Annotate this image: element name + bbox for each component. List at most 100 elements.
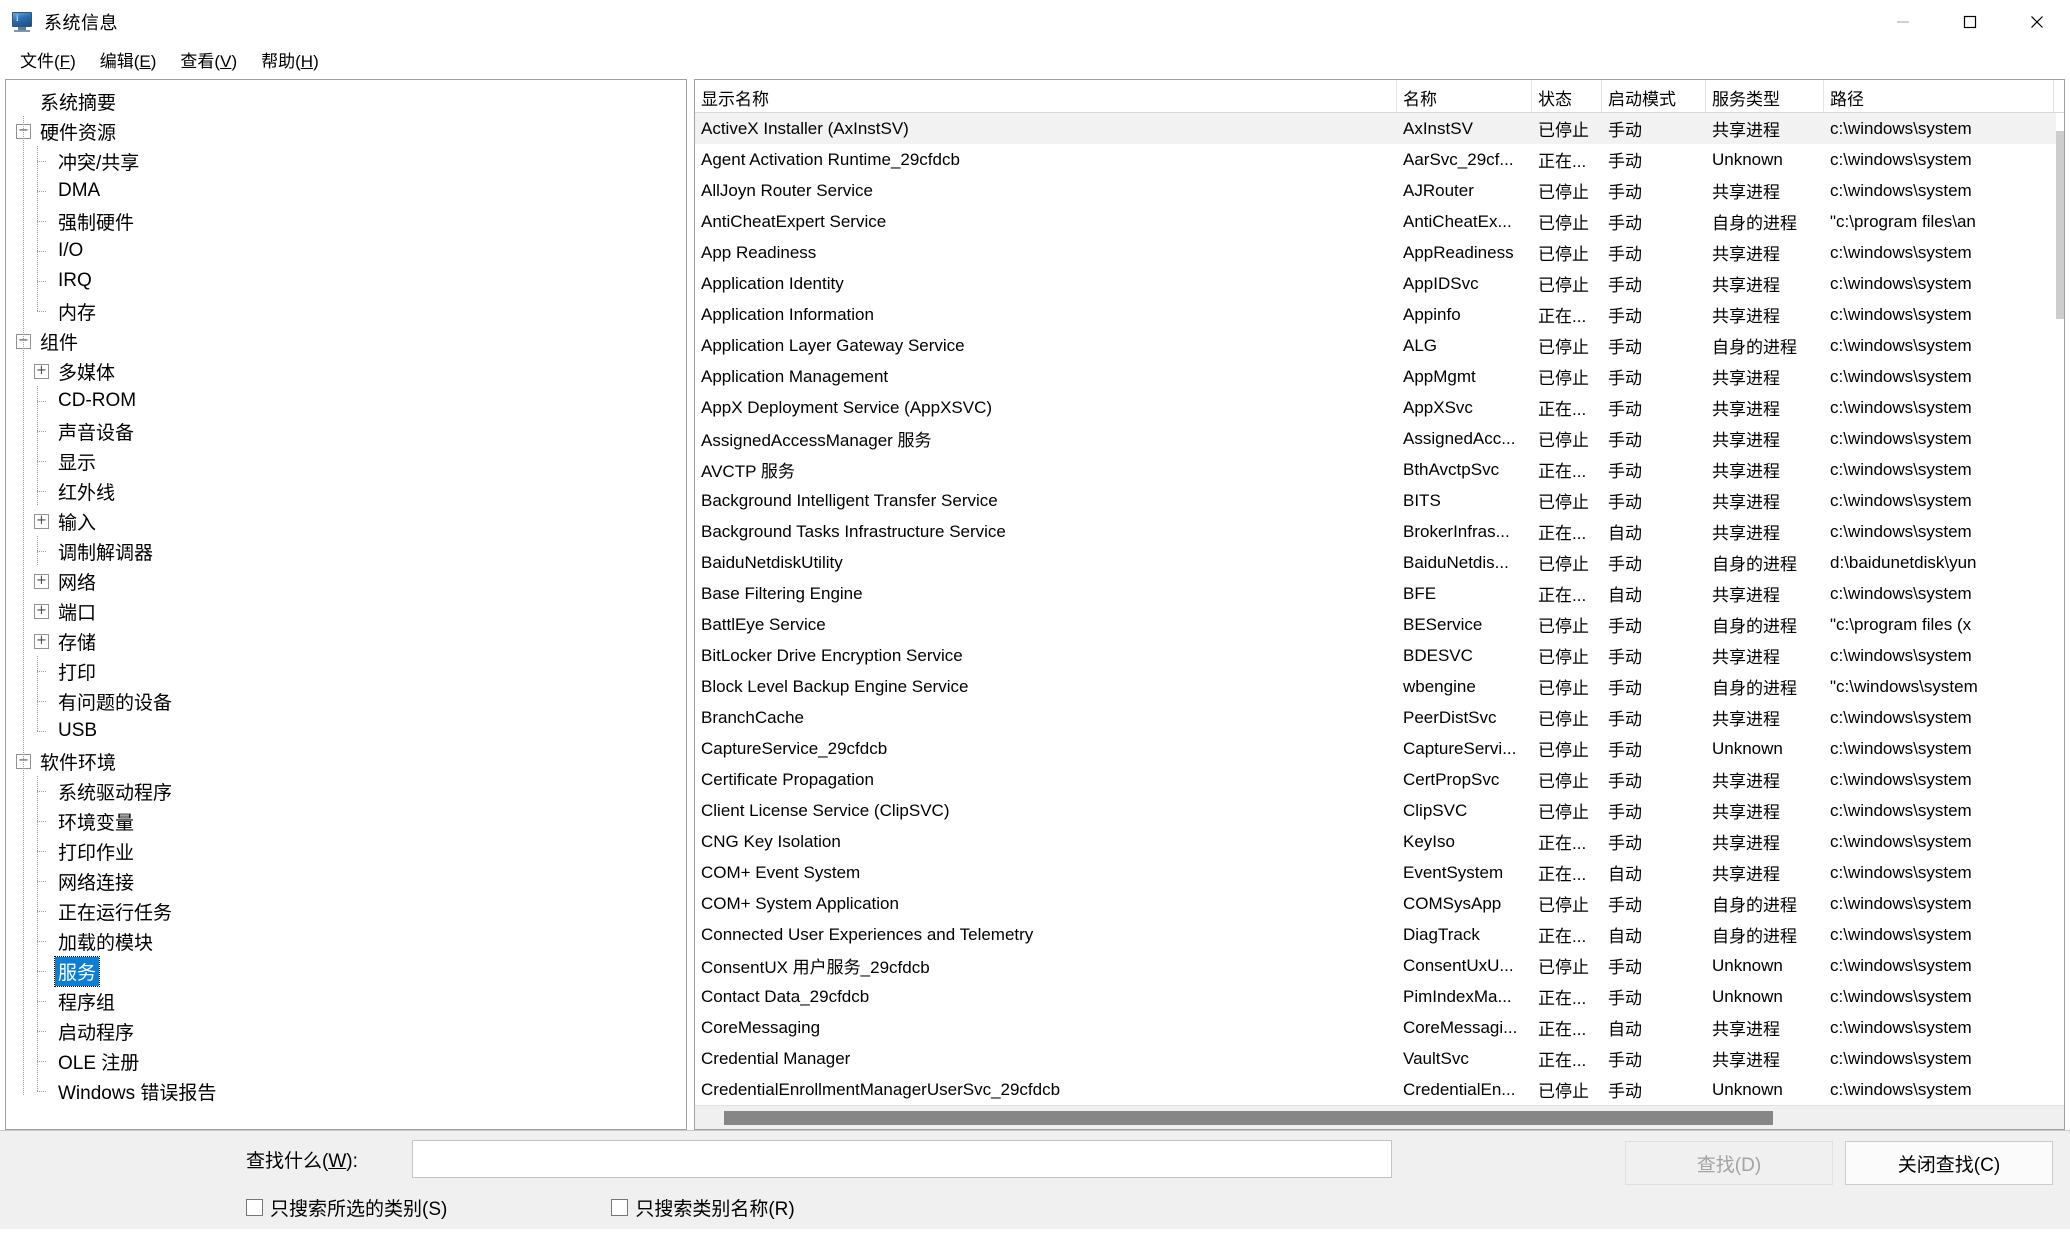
column-header-4[interactable]: 服务类型	[1706, 80, 1824, 112]
table-row[interactable]: COM+ System Application COMSysApp 已停止 手动 自身的…	[695, 888, 2064, 919]
search-selected-category-checkbox[interactable]: 只搜索所选的类别(S)	[246, 1194, 447, 1221]
menu-view[interactable]: 查看(V)	[168, 44, 249, 75]
table-row[interactable]: ConsentUX 用户服务_29cfdcb ConsentUxU... 已停止 手动…	[695, 950, 2064, 981]
table-row[interactable]: Application Information Appinfo 正在... 手动 共享进…	[695, 299, 2064, 330]
category-tree-pane[interactable]: 系统摘要−硬件资源冲突/共享 DMA 强制硬件 I/O IRQ 内存−组件 + 多媒体 CD-R…	[5, 79, 687, 1130]
table-row[interactable]: Client License Service (ClipSVC) ClipSVC 已…	[695, 795, 2064, 826]
horizontal-scrollbar[interactable]	[695, 1105, 2064, 1129]
checkbox-box-selected-category[interactable]	[246, 1198, 263, 1216]
tree-item-14[interactable]: + 输入	[16, 506, 686, 536]
tree-item-19[interactable]: 打印	[16, 656, 686, 686]
tree-item-26[interactable]: 网络连接	[16, 866, 686, 896]
table-row[interactable]: Certificate Propagation CertPropSvc 已停止 手动 共…	[695, 764, 2064, 795]
column-header-3[interactable]: 启动模式	[1602, 80, 1706, 112]
close-button[interactable]	[2003, 0, 2070, 44]
table-row[interactable]: Connected User Experiences and Telemetry…	[695, 919, 2064, 950]
list-header-row[interactable]: 显示名称 名称 状态 启动模式 服务类型 路径	[695, 80, 2064, 113]
table-row[interactable]: CNG Key Isolation KeyIso 正在... 手动 共享进程 c:\win…	[695, 826, 2064, 857]
table-row[interactable]: Contact Data_29cfdcb PimIndexMa... 正在... 手动…	[695, 981, 2064, 1012]
table-row[interactable]: COM+ Event System EventSystem 正在... 自动 共享进程 c…	[695, 857, 2064, 888]
table-row[interactable]: AllJoyn Router Service AJRouter 已停止 手动 共享进程 c…	[695, 175, 2064, 206]
column-header-0[interactable]: 显示名称	[695, 80, 1397, 112]
table-row[interactable]: AVCTP 服务 BthAvctpSvc 正在... 手动 共享进程 c:\windows…	[695, 454, 2064, 485]
horizontal-scrollbar-thumb[interactable]	[724, 1111, 1773, 1125]
tree-item-31[interactable]: 启动程序	[16, 1016, 686, 1046]
checkbox-box-category-name[interactable]	[611, 1198, 629, 1216]
tree-item-0[interactable]: 系统摘要	[16, 86, 686, 116]
table-row[interactable]: ActiveX Installer (AxInstSV) AxInstSV 已停止手…	[695, 113, 2064, 144]
table-row[interactable]: BattlEye Service BEService 已停止 手动 自身的进程 "c:\p…	[695, 609, 2064, 640]
menu-file[interactable]: 文件(F)	[8, 44, 88, 75]
menu-help[interactable]: 帮助(H)	[249, 44, 331, 75]
table-row[interactable]: Credential Manager VaultSvc 正在... 手动 共享进程 c:\…	[695, 1043, 2064, 1074]
tree-expand-icon[interactable]: +	[34, 513, 49, 529]
find-button[interactable]: 查找(D)	[1625, 1141, 1833, 1185]
tree-item-22[interactable]: −软件环境	[16, 746, 686, 776]
table-row[interactable]: Application Layer Gateway Service ALG 已停止手…	[695, 330, 2064, 361]
tree-expand-icon[interactable]: +	[34, 633, 49, 649]
search-category-name-checkbox[interactable]: 只搜索类别名称(R)	[611, 1194, 795, 1221]
tree-item-16[interactable]: + 网络	[16, 566, 686, 596]
tree-connector-line	[34, 446, 51, 476]
tree-item-5[interactable]: I/O	[16, 236, 686, 266]
vertical-scrollbar-thumb[interactable]	[2056, 131, 2064, 319]
tree-item-27[interactable]: 正在运行任务	[16, 896, 686, 926]
table-row[interactable]: Application Management AppMgmt 已停止 手动 共享进程 c:…	[695, 361, 2064, 392]
tree-item-6[interactable]: IRQ	[16, 266, 686, 296]
tree-expand-icon[interactable]: +	[34, 603, 49, 619]
tree-item-32[interactable]: OLE 注册	[16, 1046, 686, 1076]
tree-item-18[interactable]: + 存储	[16, 626, 686, 656]
tree-item-33[interactable]: Windows 错误报告	[16, 1076, 686, 1106]
tree-item-9[interactable]: + 多媒体	[16, 356, 686, 386]
menu-edit[interactable]: 编辑(E)	[88, 44, 169, 75]
table-row[interactable]: Block Level Backup Engine Service wbengin…	[695, 671, 2064, 702]
column-header-5[interactable]: 路径	[1824, 80, 2054, 112]
tree-item-3[interactable]: DMA	[16, 176, 686, 206]
table-row[interactable]: BranchCache PeerDistSvc 已停止 手动 共享进程 c:\window…	[695, 702, 2064, 733]
list-body[interactable]: ActiveX Installer (AxInstSV) AxInstSV 已停止手…	[695, 113, 2064, 1129]
tree-expand-icon[interactable]: +	[34, 363, 49, 379]
table-row[interactable]: AntiCheatExpert Service AntiCheatEx... 已停止…	[695, 206, 2064, 237]
minimize-button[interactable]	[1869, 0, 1936, 44]
table-row[interactable]: Background Tasks Infrastructure Service B…	[695, 516, 2064, 547]
tree-item-29[interactable]: 服务	[16, 955, 686, 987]
table-row[interactable]: Background Intelligent Transfer Service B…	[695, 485, 2064, 516]
tree-item-28[interactable]: 加载的模块	[16, 926, 686, 956]
vertical-scrollbar[interactable]	[2056, 113, 2064, 1105]
tree-item-7[interactable]: 内存	[16, 296, 686, 326]
table-row[interactable]: AppX Deployment Service (AppXSVC) AppXSvc…	[695, 392, 2064, 423]
table-row[interactable]: BaiduNetdiskUtility BaiduNetdis... 已停止 手动 自身…	[695, 547, 2064, 578]
table-row[interactable]: Base Filtering Engine BFE 正在... 自动 共享进程 c:\wi…	[695, 578, 2064, 609]
tree-item-1[interactable]: −硬件资源	[16, 116, 686, 146]
tree-item-10[interactable]: CD-ROM	[16, 386, 686, 416]
table-row[interactable]: CaptureService_29cfdcb CaptureServi... 已停止…	[695, 733, 2064, 764]
table-row[interactable]: BitLocker Drive Encryption Service BDESVC…	[695, 640, 2064, 671]
tree-item-30[interactable]: 程序组	[16, 986, 686, 1016]
table-row[interactable]: CoreMessaging CoreMessagi... 正在... 自动 共享进程 c:…	[695, 1012, 2064, 1043]
tree-item-17[interactable]: + 端口	[16, 596, 686, 626]
column-header-1[interactable]: 名称	[1397, 80, 1532, 112]
tree-item-15[interactable]: 调制解调器	[16, 536, 686, 566]
tree-item-13[interactable]: 红外线	[16, 476, 686, 506]
close-find-button[interactable]: 关闭查找(C)	[1845, 1141, 2053, 1185]
table-row[interactable]: CredentialEnrollmentManagerUserSvc_29cfd…	[695, 1074, 2064, 1105]
tree-item-21[interactable]: USB	[16, 716, 686, 746]
tree-item-11[interactable]: 声音设备	[16, 416, 686, 446]
tree-item-12[interactable]: 显示	[16, 446, 686, 476]
tree-item-25[interactable]: 打印作业	[16, 836, 686, 866]
table-row[interactable]: Agent Activation Runtime_29cfdcb AarSvc_2…	[695, 144, 2064, 175]
services-list-pane[interactable]: 显示名称 名称 状态 启动模式 服务类型 路径 ActiveX Installer (Ax…	[694, 79, 2065, 1130]
find-input[interactable]	[412, 1140, 1392, 1178]
tree-item-4[interactable]: 强制硬件	[16, 206, 686, 236]
tree-item-20[interactable]: 有问题的设备	[16, 686, 686, 716]
table-row[interactable]: App Readiness AppReadiness 已停止 手动 共享进程 c:\win…	[695, 237, 2064, 268]
tree-item-23[interactable]: 系统驱动程序	[16, 776, 686, 806]
tree-expand-icon[interactable]: +	[34, 573, 49, 589]
maximize-button[interactable]	[1936, 0, 2003, 44]
tree-item-8[interactable]: −组件	[16, 326, 686, 356]
table-row[interactable]: AssignedAccessManager 服务 AssignedAcc... 已停…	[695, 423, 2064, 454]
tree-item-2[interactable]: 冲突/共享	[16, 146, 686, 176]
column-header-2[interactable]: 状态	[1532, 80, 1602, 112]
table-row[interactable]: Application Identity AppIDSvc 已停止 手动 共享进程 c:\…	[695, 268, 2064, 299]
tree-item-24[interactable]: 环境变量	[16, 806, 686, 836]
